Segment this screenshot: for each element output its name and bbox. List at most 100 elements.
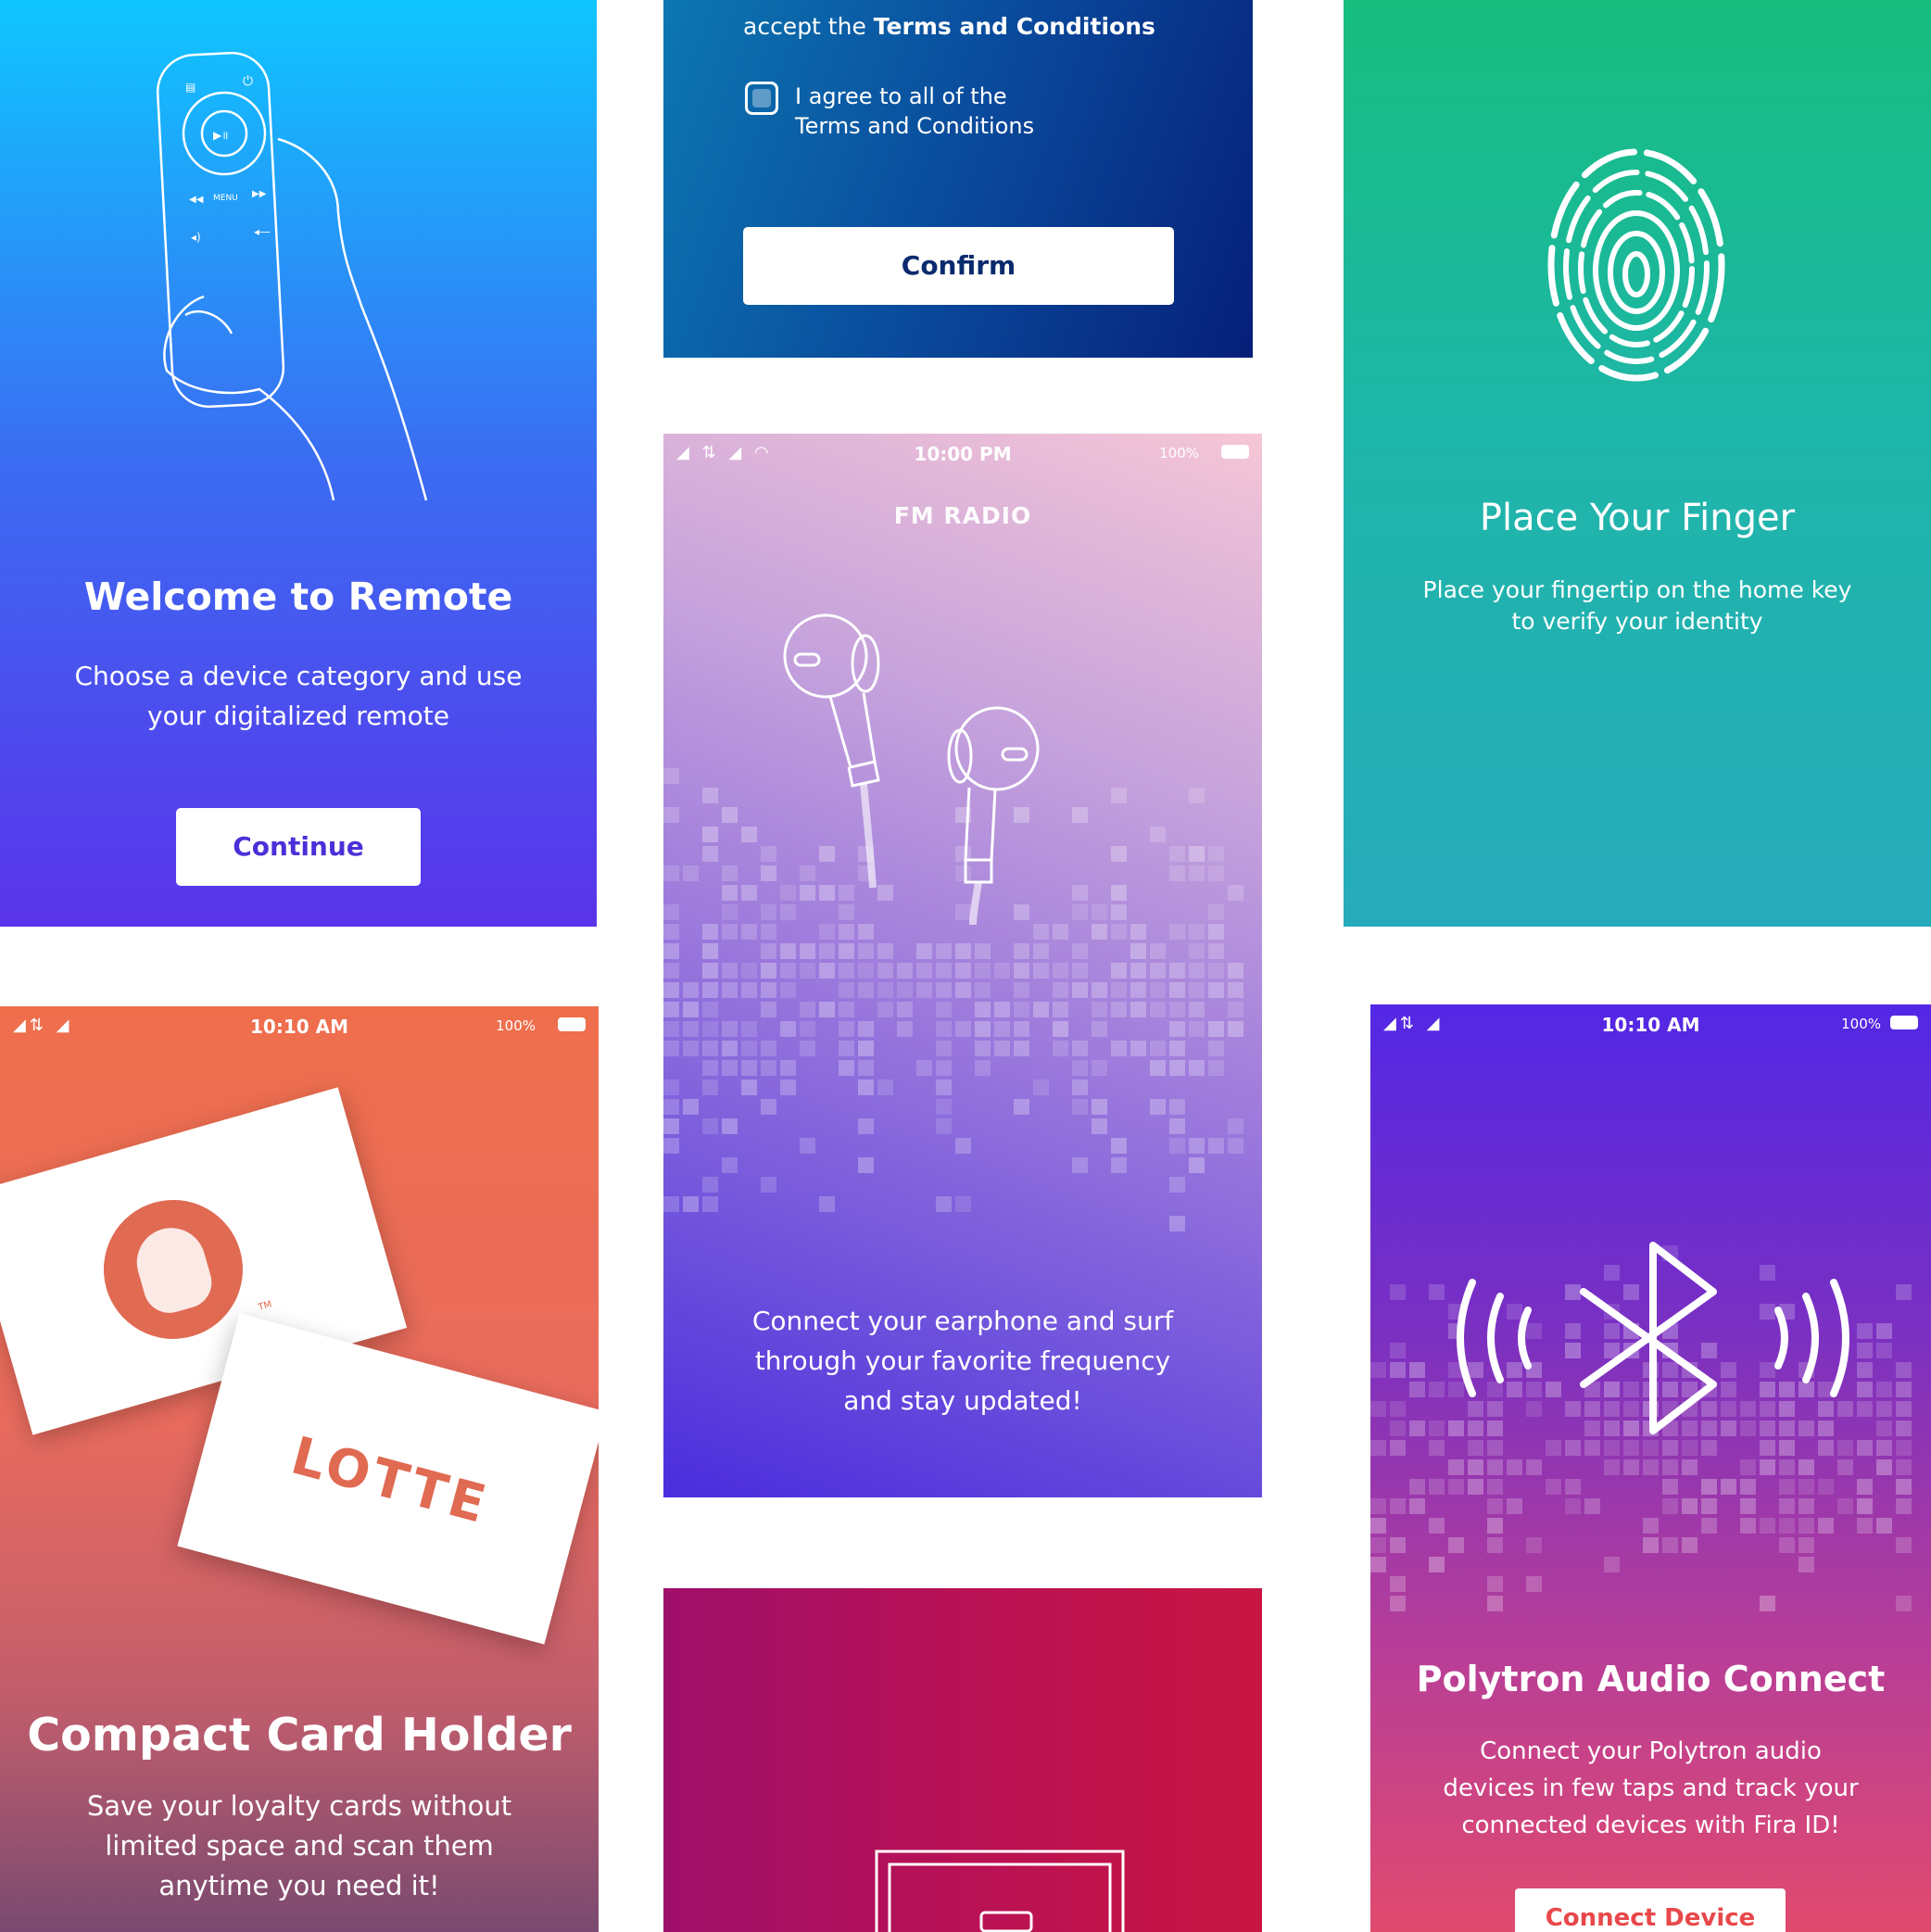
equalizer-cell bbox=[819, 1196, 835, 1212]
equalizer-cell bbox=[741, 885, 757, 901]
equalizer-cell bbox=[702, 827, 718, 842]
equalizer-cell bbox=[722, 865, 738, 881]
equalizer-cell bbox=[1565, 1479, 1581, 1495]
confirm-button[interactable]: Confirm bbox=[743, 227, 1174, 305]
equalizer-cell bbox=[1740, 1479, 1756, 1495]
connect-device-button[interactable]: Connect Device bbox=[1515, 1888, 1786, 1932]
equalizer-cell bbox=[1565, 1440, 1581, 1456]
equalizer-cell bbox=[780, 1080, 796, 1095]
equalizer-cell bbox=[800, 963, 815, 979]
equalizer-cell bbox=[1150, 827, 1166, 842]
equalizer-cell bbox=[877, 1080, 893, 1095]
equalizer-cell bbox=[1487, 1440, 1503, 1456]
equalizer-cell bbox=[1111, 982, 1127, 998]
agree-checkbox[interactable] bbox=[745, 82, 778, 115]
loyalty-card-lotte[interactable]: LOTTE bbox=[177, 1313, 599, 1645]
equalizer-cell bbox=[1429, 1382, 1445, 1397]
equalizer-cell bbox=[1111, 885, 1127, 901]
equalizer-cell bbox=[1169, 982, 1185, 998]
equalizer-cell bbox=[877, 982, 893, 998]
equalizer-cell bbox=[1228, 1118, 1243, 1134]
equalizer-cell bbox=[1390, 1343, 1406, 1358]
equalizer-cell bbox=[1014, 1002, 1029, 1017]
equalizer-cell bbox=[839, 1021, 854, 1037]
equalizer-cell bbox=[1033, 1002, 1049, 1017]
equalizer-cell bbox=[1189, 1002, 1205, 1017]
equalizer-cell bbox=[1169, 1041, 1185, 1056]
equalizer-cell bbox=[1130, 982, 1146, 998]
equalizer-cell bbox=[663, 1041, 679, 1056]
remote-subtitle: Choose a device category and use your di… bbox=[74, 661, 523, 731]
equalizer-cell bbox=[1487, 1479, 1503, 1495]
equalizer-cell bbox=[1228, 885, 1243, 901]
equalizer-cell bbox=[1876, 1459, 1892, 1475]
terms-screen: accept the Terms and Conditions I agree … bbox=[663, 0, 1253, 358]
equalizer-cell bbox=[1487, 1459, 1503, 1475]
equalizer-cell bbox=[800, 943, 815, 959]
equalizer-cell bbox=[1208, 1041, 1224, 1056]
continue-button[interactable]: Continue bbox=[176, 808, 421, 886]
equalizer-cell bbox=[1565, 1498, 1581, 1514]
equalizer-cell bbox=[683, 865, 699, 881]
equalizer-cell bbox=[663, 1138, 679, 1154]
equalizer-cell bbox=[1169, 1118, 1185, 1134]
finger-subtitle: Place your fingertip on the home key to … bbox=[1422, 576, 1852, 635]
equalizer-cell bbox=[1429, 1440, 1445, 1456]
equalizer-cell bbox=[1390, 1421, 1406, 1436]
equalizer-cell bbox=[1876, 1518, 1892, 1534]
equalizer-cell bbox=[741, 924, 757, 940]
equalizer-cell bbox=[1370, 1557, 1386, 1572]
equalizer-cell bbox=[1208, 846, 1224, 862]
equalizer-cell bbox=[1740, 1518, 1756, 1534]
equalizer-cell bbox=[975, 982, 991, 998]
equalizer-cell bbox=[1818, 1518, 1834, 1534]
equalizer-cell bbox=[1760, 1596, 1775, 1611]
equalizer-cell bbox=[936, 1080, 952, 1095]
equalizer-cell bbox=[1130, 1002, 1146, 1017]
equalizer-cell bbox=[1189, 865, 1205, 881]
equalizer-cell bbox=[1189, 846, 1205, 862]
equalizer-cell bbox=[1072, 904, 1088, 920]
equalizer-cell bbox=[1409, 1362, 1425, 1378]
equalizer-cell bbox=[1818, 1440, 1834, 1456]
equalizer-cell bbox=[722, 924, 738, 940]
equalizer-cell bbox=[722, 1041, 738, 1056]
equalizer-cell bbox=[1033, 943, 1049, 959]
equalizer-cell bbox=[1798, 1537, 1814, 1553]
equalizer-cell bbox=[1798, 1498, 1814, 1514]
equalizer-cell bbox=[722, 807, 738, 823]
equalizer-cell bbox=[1818, 1479, 1834, 1495]
equalizer-cell bbox=[1370, 1537, 1386, 1553]
equalizer-cell bbox=[1896, 1401, 1912, 1417]
equalizer-cell bbox=[683, 1002, 699, 1017]
equalizer-cell bbox=[1208, 904, 1224, 920]
equalizer-cell bbox=[761, 1060, 776, 1076]
equalizer-cell bbox=[1072, 943, 1088, 959]
equalizer-cell bbox=[1896, 1498, 1912, 1514]
equalizer-cell bbox=[916, 982, 932, 998]
fingerprint-icon[interactable] bbox=[1544, 145, 1729, 399]
equalizer-cell bbox=[1390, 1362, 1406, 1378]
equalizer-cell bbox=[955, 982, 971, 998]
equalizer-cell bbox=[1150, 1002, 1166, 1017]
equalizer-cell bbox=[741, 1080, 757, 1095]
equalizer-cell bbox=[1150, 1060, 1166, 1076]
equalizer-cell bbox=[1779, 1440, 1795, 1456]
equalizer-cell bbox=[761, 963, 776, 979]
svg-text:▶॥: ▶॥ bbox=[213, 129, 228, 142]
equalizer-cell bbox=[1228, 1138, 1243, 1154]
equalizer-cell bbox=[1072, 1041, 1088, 1056]
equalizer-cell bbox=[839, 943, 854, 959]
equalizer-cell bbox=[741, 1021, 757, 1037]
equalizer-cell bbox=[741, 1041, 757, 1056]
equalizer-cell bbox=[1130, 924, 1146, 940]
battery-percent: 100% bbox=[1841, 1016, 1881, 1032]
equalizer-cell bbox=[1779, 1498, 1795, 1514]
equalizer-cell bbox=[936, 1196, 952, 1212]
equalizer-cell bbox=[683, 1099, 699, 1115]
equalizer-cell bbox=[663, 982, 679, 998]
card-title: Compact Card Holder bbox=[27, 1709, 572, 1762]
equalizer-cell bbox=[683, 1041, 699, 1056]
equalizer-cell bbox=[858, 1041, 874, 1056]
equalizer-cell bbox=[936, 1041, 952, 1056]
